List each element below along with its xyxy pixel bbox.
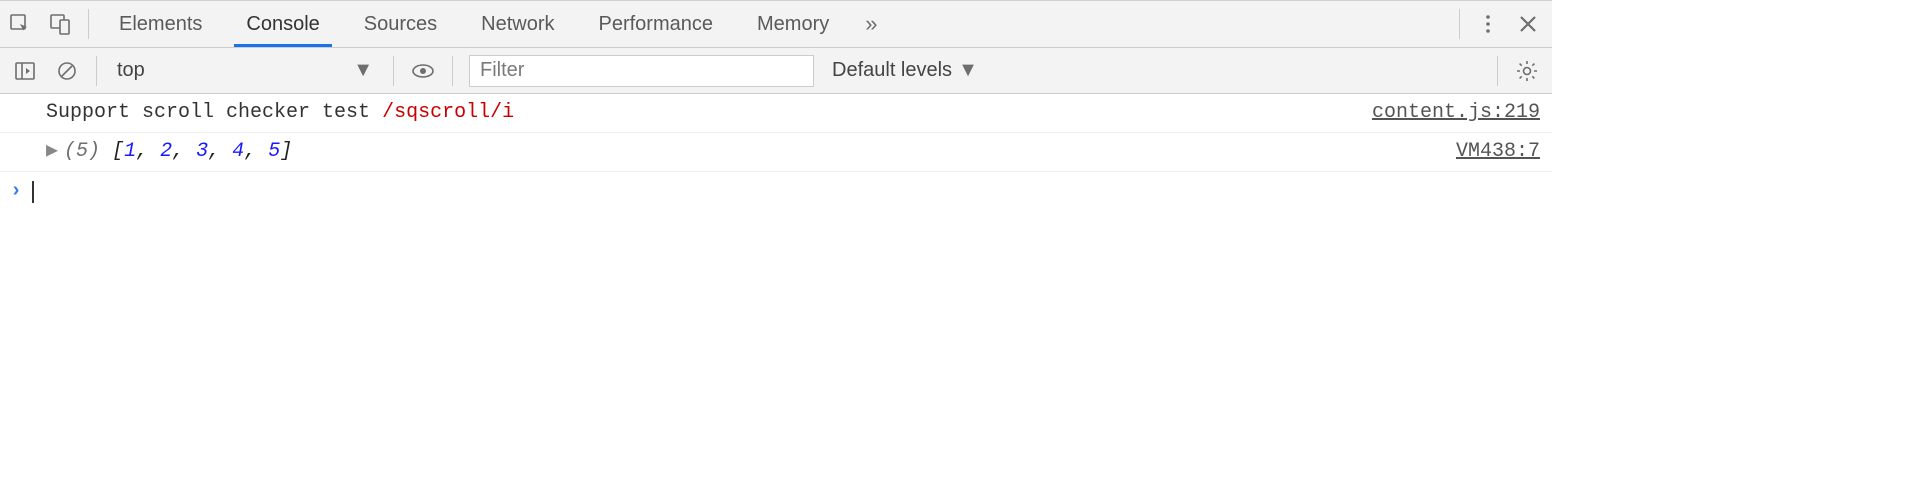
divider — [88, 9, 89, 39]
tab-bar-right — [1451, 1, 1552, 47]
array-value: 5 — [268, 136, 280, 168]
tab-label: Sources — [364, 13, 437, 36]
clear-console-icon[interactable] — [46, 48, 88, 93]
console-prompt[interactable]: › — [0, 172, 1552, 212]
comma: , — [208, 136, 232, 168]
console-settings-icon[interactable] — [1506, 48, 1548, 93]
comma: , — [136, 136, 160, 168]
array-value: 4 — [232, 136, 244, 168]
array-length: (5) — [64, 136, 100, 168]
divider — [96, 56, 97, 86]
comma: , — [172, 136, 196, 168]
tab-performance[interactable]: Performance — [577, 1, 736, 47]
log-text: Support scroll checker test — [46, 97, 382, 129]
tab-label: Elements — [119, 13, 202, 36]
tabs: Elements Console Sources Network Perform… — [97, 1, 891, 47]
console-toolbar: top ▼ Default levels ▼ — [0, 48, 1552, 94]
more-tabs-button[interactable]: » — [851, 11, 891, 37]
array-value: 1 — [124, 136, 136, 168]
log-levels-selector[interactable]: Default levels ▼ — [822, 55, 988, 87]
comma: , — [244, 136, 268, 168]
expand-arrow-icon[interactable]: ▶ — [46, 136, 58, 168]
tab-console[interactable]: Console — [224, 1, 341, 47]
array-value: 2 — [160, 136, 172, 168]
log-regex: /sqscroll/i — [382, 97, 514, 129]
execution-context-selector[interactable]: top ▼ — [105, 55, 385, 87]
tab-bar-left — [0, 1, 97, 47]
kebab-menu-icon[interactable] — [1468, 1, 1508, 47]
divider — [393, 56, 394, 86]
tab-memory[interactable]: Memory — [735, 1, 851, 47]
divider — [1459, 9, 1460, 39]
tab-network[interactable]: Network — [459, 1, 576, 47]
log-content: Support scroll checker test /sqscroll/i — [46, 97, 1372, 129]
console-log-message: Support scroll checker test /sqscroll/i … — [0, 94, 1552, 133]
array-close: ] — [280, 136, 292, 168]
log-source-link[interactable]: VM438:7 — [1456, 136, 1544, 168]
tab-label: Memory — [757, 13, 829, 36]
array-value: 3 — [196, 136, 208, 168]
log-content: ▶(5) [1, 2, 3, 4, 5] — [46, 136, 1456, 168]
close-devtools-icon[interactable] — [1508, 1, 1548, 47]
tab-sources[interactable]: Sources — [342, 1, 459, 47]
chevron-down-icon: ▼ — [958, 59, 978, 82]
console-sidebar-toggle-icon[interactable] — [4, 48, 46, 93]
tab-label: Network — [481, 13, 554, 36]
log-source-link[interactable]: content.js:219 — [1372, 97, 1544, 129]
divider — [1497, 56, 1498, 86]
console-log-array: ▶(5) [1, 2, 3, 4, 5] VM438:7 — [0, 133, 1552, 172]
array-open: [ — [100, 136, 124, 168]
tab-elements[interactable]: Elements — [97, 1, 224, 47]
more-tabs-label: » — [865, 11, 877, 36]
levels-label: Default levels — [832, 59, 952, 82]
context-label: top — [117, 59, 145, 82]
console-filter-input[interactable] — [469, 55, 814, 87]
inspect-element-icon[interactable] — [0, 1, 40, 47]
toolbar-right — [1489, 48, 1548, 93]
tab-label: Console — [246, 13, 319, 36]
console-output: Support scroll checker test /sqscroll/i … — [0, 94, 1552, 404]
tab-label: Performance — [599, 13, 714, 36]
divider — [452, 56, 453, 86]
live-expression-icon[interactable] — [402, 48, 444, 93]
device-toggle-icon[interactable] — [40, 1, 80, 47]
devtools-tab-bar: Elements Console Sources Network Perform… — [0, 1, 1552, 48]
chevron-down-icon: ▼ — [353, 59, 373, 82]
